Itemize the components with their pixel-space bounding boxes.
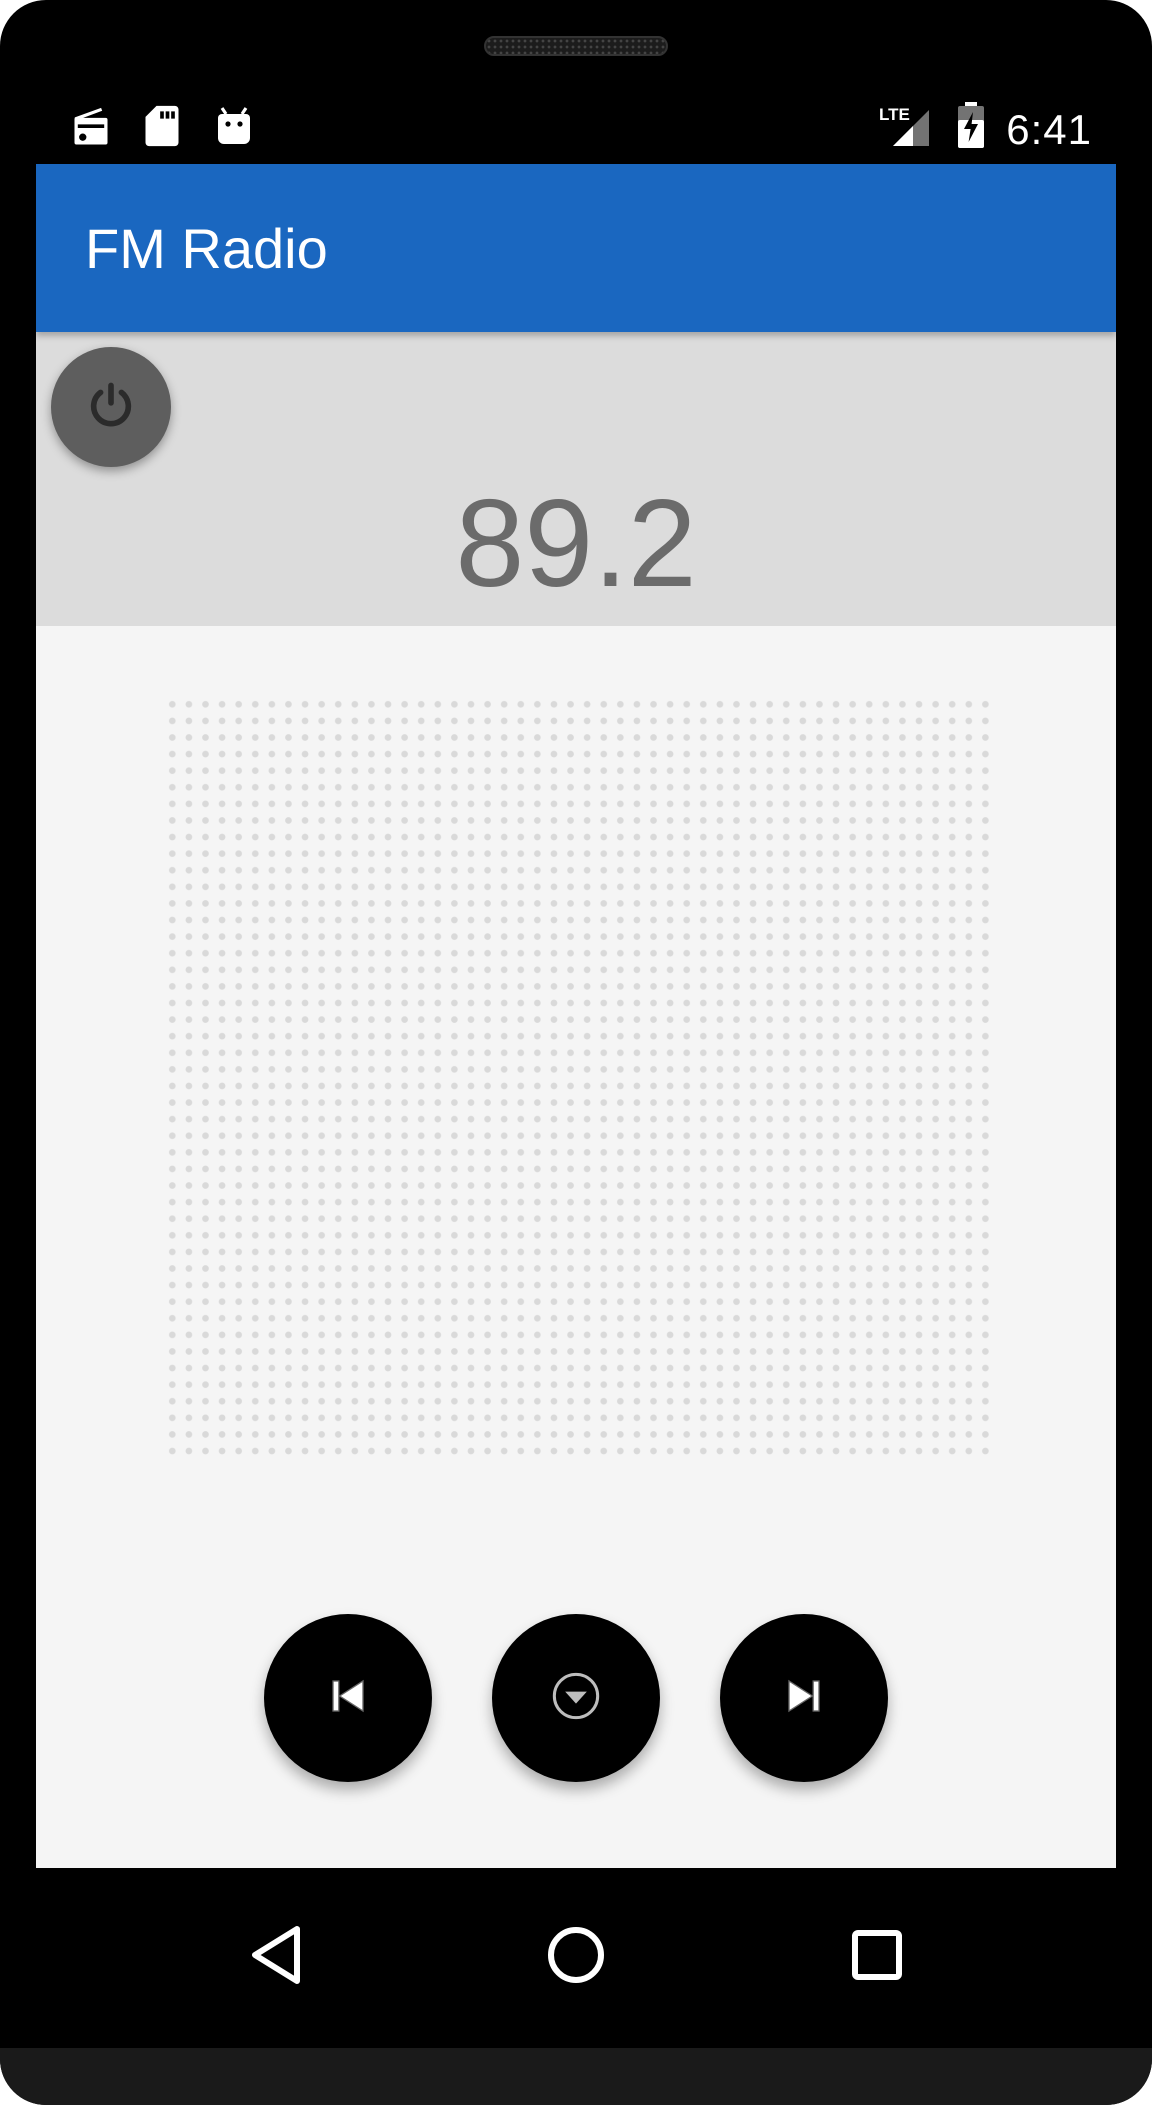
lte-signal-icon: LTE — [879, 104, 933, 153]
back-button[interactable] — [232, 1912, 322, 2002]
recents-icon — [851, 1929, 903, 1986]
phone-frame: LTE 6:41 FM Radio 89.2 — [0, 0, 1152, 2105]
app-title: FM Radio — [85, 217, 328, 280]
frequency-display: 89.2 — [455, 475, 697, 613]
navigation-bar — [0, 1868, 1152, 2048]
status-time: 6:41 — [1006, 106, 1092, 153]
playback-controls — [36, 1614, 1116, 1784]
skip-previous-icon — [328, 1676, 368, 1721]
radio-icon — [69, 106, 113, 155]
bottom-bezel — [0, 2048, 1152, 2105]
back-icon — [249, 1925, 305, 1990]
station-list-button[interactable] — [492, 1614, 660, 1782]
skip-next-icon — [784, 1676, 824, 1721]
home-button[interactable] — [531, 1912, 621, 2002]
app-bar: FM Radio — [36, 164, 1116, 332]
station-dot-grid — [164, 696, 992, 1464]
power-icon — [85, 379, 137, 436]
sd-card-icon — [142, 104, 182, 153]
next-station-button[interactable] — [720, 1614, 888, 1782]
android-icon — [214, 104, 254, 153]
frequency-panel: 89.2 — [36, 332, 1116, 626]
app-screen: FM Radio 89.2 — [36, 164, 1116, 1868]
power-button[interactable] — [51, 347, 171, 467]
svg-text:LTE: LTE — [879, 105, 910, 124]
status-bar: LTE 6:41 — [36, 96, 1116, 164]
previous-station-button[interactable] — [264, 1614, 432, 1782]
home-icon — [546, 1925, 606, 1990]
recents-button[interactable] — [832, 1912, 922, 2002]
dropdown-circle-icon — [550, 1670, 602, 1727]
battery-charging-icon — [956, 102, 986, 155]
earpiece-speaker — [484, 36, 668, 56]
